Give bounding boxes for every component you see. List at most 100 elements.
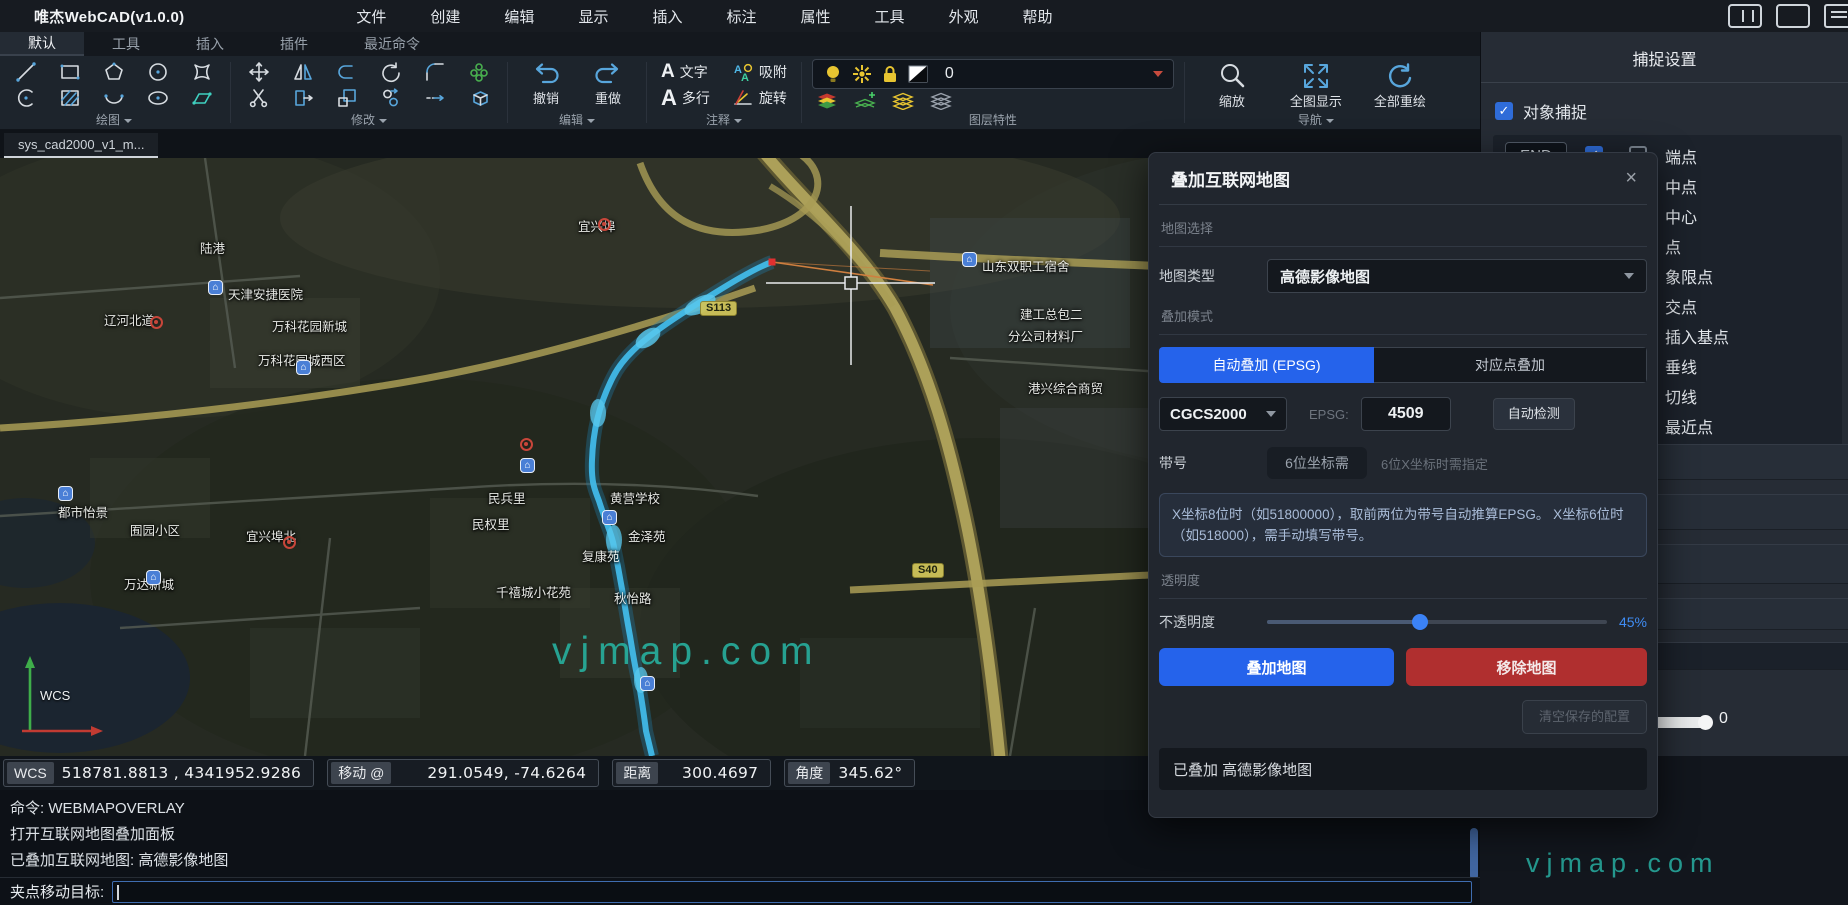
menu-item-创建[interactable]: 创建 xyxy=(408,0,482,33)
menu-item-属性[interactable]: 属性 xyxy=(778,0,852,33)
polygon-tool-button[interactable] xyxy=(96,59,132,85)
close-icon[interactable]: × xyxy=(1615,167,1647,190)
auto-overlay-tab[interactable]: 自动叠加 (EPSG) xyxy=(1159,347,1374,383)
menu-item-显示[interactable]: 显示 xyxy=(556,0,630,33)
draw-group-label[interactable]: 绘图 xyxy=(8,113,220,128)
undo-button[interactable]: 撤销 xyxy=(518,59,574,107)
layer-states-icon[interactable] xyxy=(816,92,838,110)
circle-tool-button[interactable] xyxy=(140,59,176,85)
menu-item-工具[interactable]: 工具 xyxy=(853,0,927,33)
layer-combobox[interactable]: 0 xyxy=(812,59,1174,89)
auto-detect-button[interactable]: 自动检测 xyxy=(1493,398,1575,430)
overlay-status: 已叠加 高德影像地图 xyxy=(1159,748,1647,790)
clear-config-button[interactable]: 清空保存的配置 xyxy=(1522,700,1647,734)
array-tool-button[interactable] xyxy=(461,59,497,85)
menu-item-标注[interactable]: 标注 xyxy=(704,0,778,33)
menu-item-外观[interactable]: 外观 xyxy=(927,0,1001,33)
polyline-arc-tool-button[interactable] xyxy=(96,85,132,111)
ribbon-tab-插入[interactable]: 插入 xyxy=(168,32,252,56)
rotate-annotation-button[interactable]: 旋转 xyxy=(728,87,791,109)
move-readout: 移动 @ 291.0549, -74.6264 xyxy=(327,759,599,787)
mtext-tool-button[interactable]: A多行 xyxy=(657,85,714,111)
poi-ring-icon xyxy=(520,438,533,451)
mini-slider[interactable] xyxy=(1653,717,1711,728)
spline-tool-button[interactable] xyxy=(184,59,220,85)
toolbar-divider xyxy=(1184,62,1185,123)
menu-item-帮助[interactable]: 帮助 xyxy=(1001,0,1075,33)
crs-select[interactable]: CGCS2000 xyxy=(1159,397,1287,431)
menu-item-编辑[interactable]: 编辑 xyxy=(482,0,556,33)
arc-tool-button[interactable] xyxy=(8,85,44,111)
move-tool-button[interactable] xyxy=(241,59,277,85)
document-tab[interactable]: sys_cad2000_v1_m... xyxy=(4,133,158,158)
fillet-tool-button[interactable] xyxy=(417,59,453,85)
document-icon[interactable] xyxy=(1824,4,1848,28)
parallelogram-tool-button[interactable] xyxy=(184,85,220,111)
svg-text:A: A xyxy=(741,72,749,83)
ribbon-tab-插件[interactable]: 插件 xyxy=(252,32,336,56)
rotate-tool-button[interactable] xyxy=(373,59,409,85)
band-input[interactable]: 6位坐标需 xyxy=(1267,447,1367,479)
trim-tool-button[interactable] xyxy=(241,85,277,111)
command-input[interactable] xyxy=(112,881,1472,903)
distance-value: 300.4697 xyxy=(666,764,766,782)
wcs-badge[interactable]: WCS xyxy=(7,762,54,784)
angle-readout: 角度 345.62° xyxy=(784,759,915,787)
zoom-extents-button[interactable]: 全图显示 xyxy=(1279,59,1353,110)
redraw-button[interactable]: 全部重绘 xyxy=(1363,59,1437,110)
ribbon-tab-工具[interactable]: 工具 xyxy=(84,32,168,56)
window-icon[interactable] xyxy=(1776,4,1810,28)
mirror-tool-button[interactable] xyxy=(285,59,321,85)
ribbon-tab-默认[interactable]: 默认 xyxy=(0,32,84,56)
offset-tool-button[interactable] xyxy=(329,59,365,85)
object-snap-row[interactable]: ✓ 对象捕捉 xyxy=(1481,83,1848,133)
snap-item-label: 点 xyxy=(1665,234,1681,258)
crs-value: CGCS2000 xyxy=(1170,406,1247,423)
redo-button[interactable]: 重做 xyxy=(580,59,636,107)
opacity-slider[interactable] xyxy=(1267,620,1607,624)
command-scrollbar[interactable] xyxy=(1470,828,1478,880)
menu-item-插入[interactable]: 插入 xyxy=(630,0,704,33)
ribbon-tab-bar: 默认工具插入插件最近命令 xyxy=(0,32,1480,56)
map-type-select[interactable]: 高德影像地图 xyxy=(1267,259,1647,293)
rectangle-tool-button[interactable] xyxy=(52,59,88,85)
layer-off-icon[interactable] xyxy=(930,92,952,110)
map-place-label: 囿园小区 xyxy=(130,520,180,539)
epsg-input[interactable]: 4509 xyxy=(1361,397,1451,431)
ellipse-tool-button[interactable] xyxy=(140,85,176,111)
copy-tool-button[interactable] xyxy=(373,85,409,111)
band-note: X坐标8位时（如51800000），取前两位为带号自动推算EPSG。 X坐标6位… xyxy=(1159,493,1647,557)
stretch-tool-button[interactable] xyxy=(285,85,321,111)
extend-tool-button[interactable] xyxy=(417,85,453,111)
hatch-tool-button[interactable] xyxy=(52,85,88,111)
distance-badge[interactable]: 距离 xyxy=(616,762,658,784)
line-tool-button[interactable] xyxy=(8,59,44,85)
epsg-label: EPSG: xyxy=(1309,407,1349,422)
edit-group: 撤销 重做 编辑 xyxy=(510,56,644,129)
ribbon-tab-最近命令[interactable]: 最近命令 xyxy=(336,32,448,56)
annotate-group-label[interactable]: 注释 xyxy=(657,113,791,128)
annotate-group: A文字 AA吸附 A多行 旋转 注释 xyxy=(649,56,799,129)
layout-grid-icon[interactable] xyxy=(1728,4,1762,28)
scale-tool-button[interactable] xyxy=(329,85,365,111)
edit-group-label[interactable]: 编辑 xyxy=(518,113,636,128)
overlay-map-button[interactable]: 叠加地图 xyxy=(1159,648,1394,686)
layer-properties-icon[interactable] xyxy=(892,92,914,110)
poi-house-icon: ⌂ xyxy=(58,486,73,501)
menu-item-文件[interactable]: 文件 xyxy=(334,0,408,33)
angle-value: 345.62° xyxy=(838,764,910,782)
object-snap-checkbox[interactable]: ✓ xyxy=(1495,102,1513,120)
new-layer-icon[interactable] xyxy=(854,92,876,110)
remove-map-button[interactable]: 移除地图 xyxy=(1406,648,1647,686)
angle-badge[interactable]: 角度 xyxy=(788,762,830,784)
explode-tool-button[interactable] xyxy=(461,85,497,111)
snap-tool-button[interactable]: AA吸附 xyxy=(728,61,791,83)
move-badge[interactable]: 移动 @ xyxy=(331,762,391,784)
nav-group-label[interactable]: 导航 xyxy=(1195,113,1437,128)
point-overlay-tab[interactable]: 对应点叠加 xyxy=(1374,347,1647,383)
opacity-slider-handle[interactable] xyxy=(1412,614,1428,630)
modify-group-label[interactable]: 修改 xyxy=(241,113,497,128)
zoom-button[interactable]: 缩放 xyxy=(1195,59,1269,110)
text-tool-button[interactable]: A文字 xyxy=(657,61,714,83)
ucs-label: WCS xyxy=(40,688,70,703)
